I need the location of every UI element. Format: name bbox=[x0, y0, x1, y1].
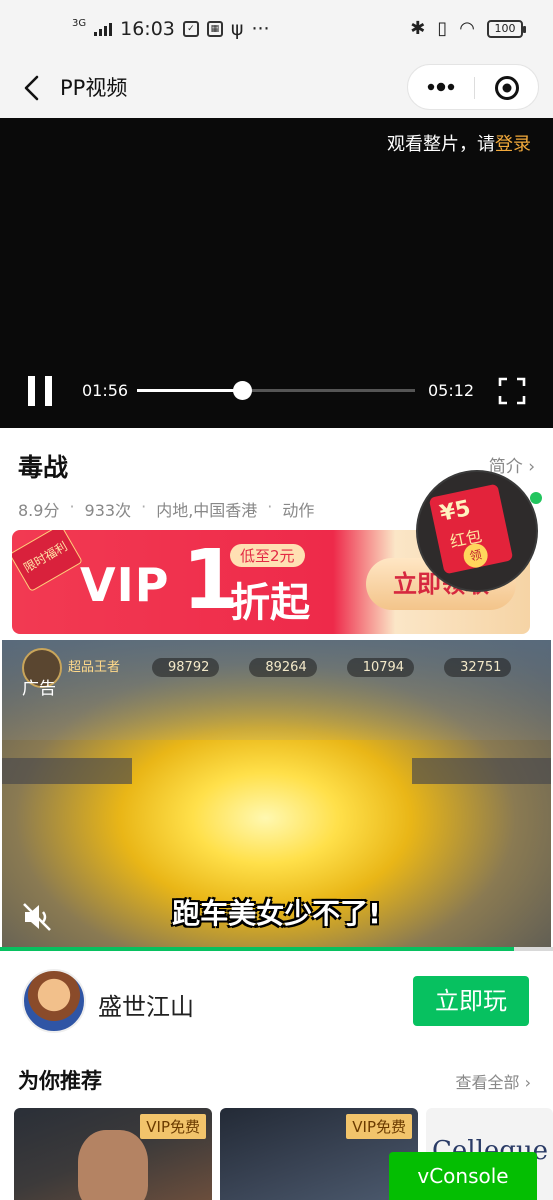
clock: 16:03 bbox=[120, 18, 175, 40]
battery-icon: 100 bbox=[487, 19, 526, 38]
usb-icon: ψ bbox=[230, 18, 244, 40]
fullscreen-icon[interactable] bbox=[498, 377, 526, 405]
ad-sky bbox=[2, 640, 551, 740]
view-all-link[interactable]: 查看全部 › bbox=[455, 1069, 531, 1093]
mute-icon[interactable] bbox=[22, 902, 54, 932]
ad-resource-hud: 98792 89264 10794 32751 bbox=[152, 658, 512, 677]
red-packet-icon: ¥5 红包 领 bbox=[428, 483, 514, 575]
hud-value: 32751 bbox=[444, 658, 512, 677]
close-mini-program-icon[interactable] bbox=[494, 75, 520, 101]
movie-genre: 动作 bbox=[282, 501, 315, 520]
vibrate-icon: ▯ bbox=[437, 18, 448, 39]
ad-caption: 跑车美女少不了! bbox=[172, 897, 381, 930]
chevron-right-icon: › bbox=[524, 1073, 531, 1092]
seek-bar[interactable] bbox=[137, 381, 415, 400]
capsule-divider bbox=[474, 77, 475, 99]
login-hint-text: 观看整片，请 bbox=[387, 134, 495, 155]
app-avatar[interactable] bbox=[22, 969, 86, 1033]
login-link[interactable]: 登录 bbox=[495, 134, 531, 155]
ad-video[interactable]: 超品王者 广告 98792 89264 10794 32751 跑车美女少不了! bbox=[2, 640, 551, 947]
login-hint: 观看整片，请登录 bbox=[387, 130, 531, 156]
red-packet-amount: ¥5 bbox=[437, 495, 473, 527]
view-all-label: 查看全部 bbox=[455, 1073, 520, 1092]
poster-face bbox=[78, 1130, 148, 1200]
movie-plays: 933次 bbox=[84, 501, 132, 520]
meta-dot: · bbox=[141, 497, 147, 516]
current-time: 01:56 bbox=[82, 381, 129, 400]
movie-title: 毒战 bbox=[18, 453, 69, 482]
network-type: 3G bbox=[72, 17, 87, 29]
ad-label: 广告 bbox=[22, 679, 56, 699]
ad-scenery bbox=[2, 758, 132, 784]
video-player[interactable]: 观看整片，请登录 01:56 05:12 bbox=[0, 118, 553, 428]
ad-player-name: 超品王者 bbox=[68, 660, 121, 675]
chevron-right-icon: › bbox=[528, 457, 535, 477]
pause-icon-bar bbox=[45, 376, 52, 406]
hud-value: 10794 bbox=[346, 658, 415, 677]
ad-app-row[interactable]: 盛世江山 立即玩 bbox=[0, 951, 553, 1051]
more-notifications-icon: ··· bbox=[251, 18, 270, 40]
status-bar: 3G 16:03 ✓ ▦ ψ ··· ✱ ▯ ◠ 100 bbox=[0, 0, 553, 58]
mini-program-capsule bbox=[407, 64, 539, 110]
vconsole-button[interactable]: vConsole bbox=[389, 1152, 537, 1200]
red-packet-float[interactable]: ¥5 红包 领 bbox=[416, 470, 542, 592]
hud-value: 89264 bbox=[249, 658, 317, 677]
limited-offer-tag: 限时福利 bbox=[12, 530, 83, 593]
ad-scenery bbox=[412, 758, 551, 784]
app-name: 盛世江山 bbox=[98, 993, 194, 1021]
more-icon[interactable] bbox=[426, 81, 456, 93]
play-now-button[interactable]: 立即玩 bbox=[413, 976, 529, 1026]
discount-suffix: 折起 bbox=[230, 580, 310, 626]
page-title: PP视频 bbox=[60, 76, 128, 100]
notification-dot bbox=[530, 492, 542, 504]
nav-bar: PP视频 bbox=[0, 58, 553, 118]
hud-value: 98792 bbox=[152, 658, 220, 677]
bluetooth-icon: ✱ bbox=[410, 18, 426, 39]
clipboard-icon: ✓ bbox=[182, 21, 199, 37]
app-notification-icon: ▦ bbox=[206, 21, 223, 37]
recommend-card[interactable]: VIP免费 bbox=[14, 1108, 212, 1200]
recommend-title: 为你推荐 bbox=[18, 1069, 102, 1093]
meta-dot: · bbox=[267, 497, 273, 516]
vip-label: VIP bbox=[80, 558, 170, 612]
movie-meta: 8.9分 · 933次 · 内地,中国香港 · 动作 bbox=[18, 497, 314, 521]
seek-handle[interactable] bbox=[232, 381, 252, 400]
status-right: ✱ ▯ ◠ 100 bbox=[410, 18, 526, 39]
back-arrow-icon[interactable] bbox=[18, 70, 48, 106]
wifi-icon: ◠ bbox=[459, 18, 475, 39]
total-time: 05:12 bbox=[428, 381, 475, 400]
pause-button[interactable] bbox=[28, 376, 54, 406]
status-left: 3G 16:03 ✓ ▦ ψ ··· bbox=[72, 17, 270, 41]
movie-score: 8.9分 bbox=[18, 501, 60, 520]
low-price-badge: 低至2元 bbox=[230, 544, 305, 567]
pause-icon bbox=[28, 376, 35, 406]
signal-icon bbox=[94, 22, 113, 36]
vip-free-badge: VIP免费 bbox=[140, 1114, 206, 1139]
seek-bar-fill bbox=[137, 389, 242, 392]
meta-dot: · bbox=[69, 497, 75, 516]
movie-region: 内地,中国香港 bbox=[156, 501, 258, 520]
vip-free-badge: VIP免费 bbox=[346, 1114, 412, 1139]
